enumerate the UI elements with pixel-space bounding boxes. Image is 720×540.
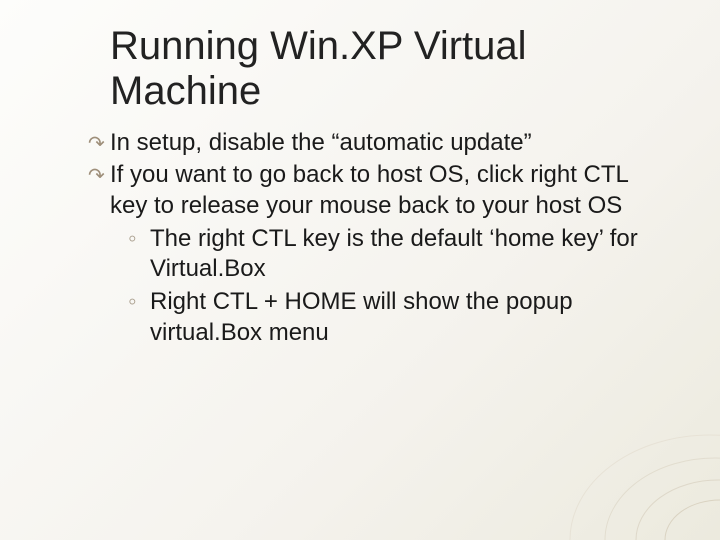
slide-title: Running Win.XP Virtual Machine (110, 24, 660, 114)
bullet-2-sublist: ◦ The right CTL key is the default ‘home… (110, 224, 660, 349)
bullet-icon: ↷ (88, 132, 105, 158)
slide: Running Win.XP Virtual Machine ↷ In setu… (0, 0, 720, 349)
bullet-1: ↷ In setup, disable the “automatic updat… (110, 128, 660, 159)
sub-bullet-1: ◦ The right CTL key is the default ‘home… (110, 224, 660, 285)
sub-bullet-icon: ◦ (128, 224, 137, 255)
bullet-2: ↷ If you want to go back to host OS, cli… (110, 160, 660, 348)
sub-bullet-icon: ◦ (128, 287, 137, 318)
sub-bullet-1-text: The right CTL key is the default ‘home k… (150, 225, 638, 283)
slide-body: ↷ In setup, disable the “automatic updat… (110, 128, 660, 349)
bullet-icon: ↷ (88, 164, 105, 190)
corner-accent (540, 390, 720, 540)
bullet-2-text: If you want to go back to host OS, click… (110, 161, 628, 219)
sub-bullet-2-text: Right CTL + HOME will show the popup vir… (150, 288, 573, 346)
sub-bullet-2: ◦ Right CTL + HOME will show the popup v… (110, 287, 660, 348)
bullet-1-text: In setup, disable the “automatic update” (110, 129, 532, 156)
